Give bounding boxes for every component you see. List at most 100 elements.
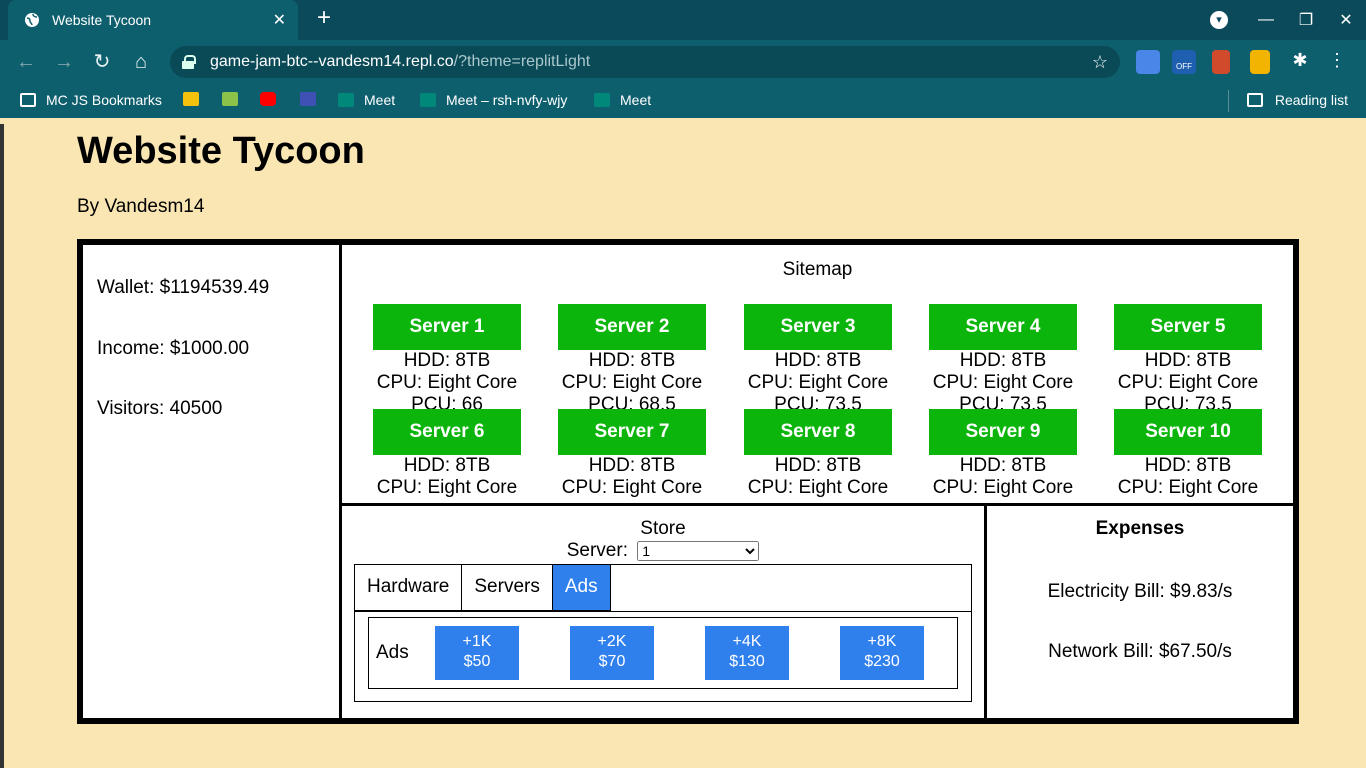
server-card: Server 9 HDD: 8TB CPU: Eight Core [928, 409, 1078, 503]
server-hdd: HDD: 8TB [959, 350, 1047, 371]
off-extension-icon[interactable]: OFF [1172, 50, 1196, 74]
kebab-menu-icon[interactable]: ⋮ [1328, 50, 1346, 71]
ixl-icon [222, 92, 238, 106]
ad-price: $230 [864, 653, 900, 670]
store-tabs: Hardware Servers Ads [355, 565, 611, 611]
bookmark-meet-1[interactable]: Meet [338, 92, 395, 108]
server-hdd: HDD: 8TB [588, 350, 676, 371]
server-cpu: CPU: Eight Core [747, 477, 889, 498]
wallet-stat: Wallet: $1194539.49 [97, 277, 270, 298]
ad-amount: +8K [867, 633, 897, 650]
tab-hardware[interactable]: Hardware [355, 565, 463, 611]
tab-title: Website Tycoon [52, 12, 152, 28]
expenses-title: Expenses [1095, 518, 1185, 539]
folder-icon [20, 93, 36, 107]
browser-tab[interactable]: Website Tycoon ✕ [8, 0, 298, 40]
meet-icon [420, 93, 436, 107]
forward-icon[interactable]: → [52, 50, 76, 74]
window-controls: ▾ — ❐ ✕ [1210, 0, 1366, 40]
extensions-puzzle-icon[interactable]: ✱ [1290, 50, 1310, 74]
electricity-bill: Electricity Bill: $9.83/s [1047, 581, 1233, 602]
bookmark-youtube[interactable] [260, 92, 276, 106]
buy-ad-8k-button[interactable]: +8K $230 [840, 626, 924, 680]
address-bar[interactable]: game-jam-btc--vandesm14.repl.co/?theme=r… [170, 46, 1120, 78]
server-cpu: CPU: Eight Core [932, 372, 1074, 393]
url-host: game-jam-btc--vandesm14.repl.co [210, 53, 454, 70]
reload-icon[interactable]: ↻ [90, 50, 114, 74]
ads-label: Ads [376, 642, 409, 663]
ad-price: $130 [729, 653, 765, 670]
server-hdd: HDD: 8TB [959, 455, 1047, 476]
reading-list-button[interactable]: Reading list [1246, 92, 1348, 108]
calendar-icon [300, 92, 316, 106]
server-button[interactable]: Server 9 [929, 409, 1077, 455]
bookmark-classroom[interactable] [183, 92, 199, 106]
close-tab-icon[interactable]: ✕ [273, 10, 286, 30]
tab-servers[interactable]: Servers [462, 565, 553, 611]
server-card: Server 8 HDD: 8TB CPU: Eight Core [743, 409, 893, 503]
minimize-icon[interactable]: — [1246, 11, 1286, 29]
page-title: Website Tycoon [77, 130, 365, 172]
bookmark-meet-3[interactable]: Meet [594, 92, 651, 108]
bookmarks-bar: MC JS Bookmarks Meet Meet – rsh-nvfy-wjy… [0, 84, 1366, 118]
server-hdd: HDD: 8TB [1144, 455, 1232, 476]
server-select-row: Server: 1 [342, 540, 984, 562]
ad-amount: +1K [462, 633, 492, 650]
buy-ad-1k-button[interactable]: +1K $50 [435, 626, 519, 680]
bookmark-star-icon[interactable]: ☆ [1092, 52, 1108, 73]
server-cpu: CPU: Eight Core [561, 372, 703, 393]
network-bill: Network Bill: $67.50/s [1048, 641, 1232, 662]
home-icon[interactable]: ⌂ [129, 50, 153, 74]
back-icon[interactable]: ← [14, 50, 38, 74]
youtube-icon [260, 92, 276, 106]
profile-menu-icon[interactable]: ▾ [1210, 11, 1228, 29]
bookmarks-separator [1228, 90, 1229, 112]
tabs-divider [355, 611, 971, 612]
thumbs-up-extension-icon[interactable] [1250, 50, 1270, 74]
server-hdd: HDD: 8TB [774, 350, 862, 371]
server-button[interactable]: Server 6 [373, 409, 521, 455]
server-button[interactable]: Server 5 [1114, 304, 1262, 350]
server-button[interactable]: Server 8 [744, 409, 892, 455]
server-cpu: CPU: Eight Core [932, 477, 1074, 498]
expenses-panel: Expenses Electricity Bill: $9.83/s Netwo… [985, 504, 1295, 720]
server-button[interactable]: Server 10 [1114, 409, 1262, 455]
store-panel: Store Server: 1 Hardware Servers Ads Ads… [340, 504, 986, 720]
server-button[interactable]: Server 3 [744, 304, 892, 350]
server-select[interactable]: 1 [637, 540, 760, 561]
translate-extension-icon[interactable] [1136, 50, 1160, 74]
buy-ad-4k-button[interactable]: +4K $130 [705, 626, 789, 680]
tab-strip: Website Tycoon ✕ + ▾ — ❐ ✕ [0, 0, 1366, 40]
page-content: Website Tycoon By Vandesm14 Wallet: $119… [0, 124, 1366, 768]
reading-list-icon [1246, 93, 1263, 107]
server-button[interactable]: Server 2 [558, 304, 706, 350]
bookmark-meet-2[interactable]: Meet – rsh-nvfy-wjy [420, 92, 567, 108]
meet-icon [594, 93, 610, 107]
server-button[interactable]: Server 4 [929, 304, 1077, 350]
close-window-icon[interactable]: ✕ [1326, 10, 1366, 30]
classroom-icon [183, 92, 199, 106]
bookmark-calendar[interactable] [300, 92, 316, 106]
server-hdd: HDD: 8TB [588, 455, 676, 476]
game-board: Wallet: $1194539.49 Income: $1000.00 Vis… [77, 239, 1299, 724]
megaphone-extension-icon[interactable] [1212, 50, 1230, 74]
bookmark-folder-mc-js[interactable]: MC JS Bookmarks [20, 92, 162, 108]
bookmark-ixl[interactable] [222, 92, 238, 106]
server-hdd: HDD: 8TB [403, 350, 491, 371]
server-button[interactable]: Server 1 [373, 304, 521, 350]
buy-ad-2k-button[interactable]: +2K $70 [570, 626, 654, 680]
bookmark-label: Meet [620, 92, 652, 108]
bookmark-label: Meet [364, 92, 396, 108]
new-tab-button[interactable]: + [312, 6, 336, 30]
restore-icon[interactable]: ❐ [1286, 10, 1326, 30]
globe-icon [25, 13, 39, 27]
server-cpu: CPU: Eight Core [1117, 477, 1259, 498]
visitors-stat: Visitors: 40500 [97, 398, 223, 419]
server-hdd: HDD: 8TB [1144, 350, 1232, 371]
server-cpu: CPU: Eight Core [376, 372, 518, 393]
server-cpu: CPU: Eight Core [747, 372, 889, 393]
server-button[interactable]: Server 7 [558, 409, 706, 455]
server-cpu: CPU: Eight Core [1117, 372, 1259, 393]
reading-list-label: Reading list [1274, 92, 1348, 108]
tab-ads[interactable]: Ads [552, 565, 611, 611]
